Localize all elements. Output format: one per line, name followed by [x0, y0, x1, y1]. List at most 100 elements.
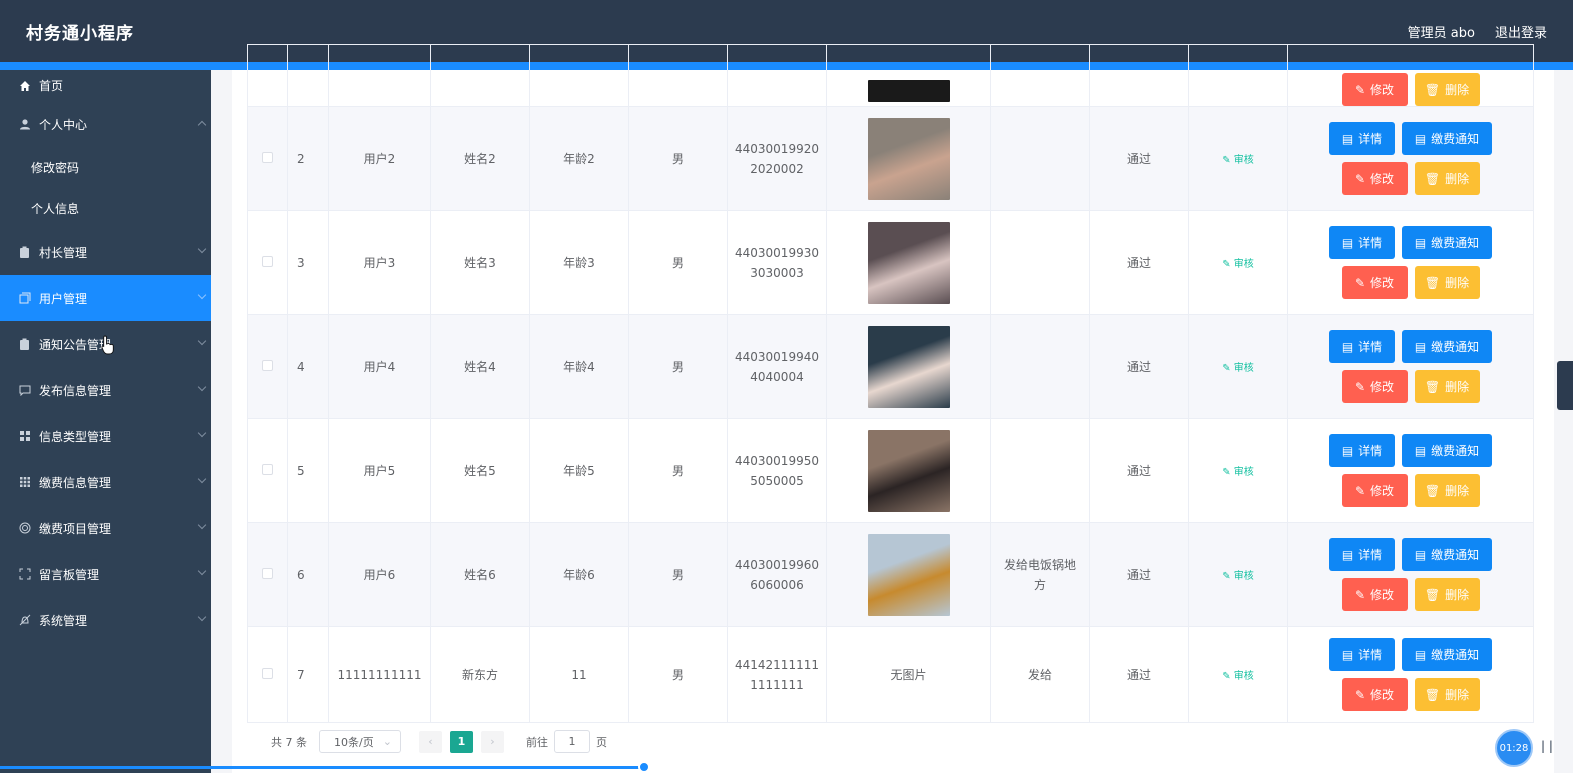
payment-notice-button[interactable]: ▤ 缴费通知 — [1402, 638, 1492, 671]
edit-button[interactable]: ✎ 修改 — [1341, 266, 1408, 299]
sidebar-item-publish-info[interactable]: 发布信息管理 — [0, 367, 211, 413]
page-number-current[interactable]: 1 — [450, 730, 473, 753]
row-checkbox[interactable] — [262, 359, 273, 371]
delete-button[interactable]: 🗑 删除 — [1414, 474, 1480, 507]
sidebar: 首页 个人中心 修改密码 个人信息 村长管理 用户管理 通知公告管理 发布信息管… — [0, 70, 211, 773]
idcard-cell: 44142111111 1111111 — [735, 657, 819, 692]
payment-notice-button[interactable]: ▤ 缴费通知 — [1402, 434, 1492, 467]
row-checkbox[interactable] — [262, 463, 273, 475]
row-checkbox[interactable] — [262, 151, 273, 163]
goto-page-input[interactable]: 1 — [554, 730, 590, 753]
review-link[interactable]: ✎ 审核 — [1222, 363, 1254, 374]
video-progress-bar[interactable] — [0, 766, 645, 769]
row-checkbox[interactable] — [262, 567, 273, 579]
sidebar-item-payment-info[interactable]: 缴费信息管理 — [0, 459, 211, 505]
delete-button[interactable]: 🗑 删除 — [1414, 266, 1480, 299]
review-link[interactable]: ✎ 审核 — [1222, 155, 1254, 166]
delete-button[interactable]: 🗑 删除 — [1414, 678, 1480, 711]
gender-cell: 男 — [628, 210, 728, 315]
pause-icon[interactable]: | | — [1541, 739, 1553, 753]
username-cell: 用户6 — [328, 522, 431, 627]
age-cell: 年龄4 — [529, 314, 629, 419]
review-link[interactable]: ✎ 审核 — [1222, 571, 1254, 582]
detail-button[interactable]: ▤ 详情 — [1329, 122, 1395, 155]
row-checkbox[interactable] — [262, 667, 273, 679]
row-checkbox[interactable] — [262, 255, 273, 267]
edit-icon: ✎ — [1354, 171, 1366, 186]
status-cell: 通过 — [1089, 418, 1189, 523]
sidebar-item-user-management[interactable]: 用户管理 — [0, 275, 211, 321]
payment-notice-button[interactable]: ▤ 缴费通知 — [1402, 330, 1492, 363]
video-progress-knob[interactable] — [638, 761, 650, 773]
edit-button[interactable]: ✎ 修改 — [1341, 474, 1408, 507]
username-cell: 用户5 — [328, 418, 431, 523]
grid9-icon — [18, 476, 31, 489]
edit-button[interactable]: ✎ 修改 — [1341, 162, 1408, 195]
chevron-up-icon — [197, 120, 207, 130]
sidebar-subitem-change-password[interactable]: 修改密码 — [0, 147, 211, 188]
sidebar-item-village-head[interactable]: 村长管理 — [0, 229, 211, 275]
video-timer[interactable]: 01:28 — [1495, 729, 1533, 767]
detail-button[interactable]: ▤ 详情 — [1329, 330, 1395, 363]
edit-button[interactable]: ✎ 修改 — [1341, 370, 1408, 403]
logout-link[interactable]: 退出登录 — [1495, 22, 1547, 41]
sidebar-item-system[interactable]: 系统管理 — [0, 597, 211, 643]
sidebar-item-message-board[interactable]: 留言板管理 — [0, 551, 211, 597]
edit-icon: ✎ — [1222, 363, 1234, 374]
trash-icon: 🗑 — [1424, 483, 1441, 498]
prev-page-button[interactable]: ‹ — [419, 730, 442, 753]
document-icon: ▤ — [1414, 131, 1427, 146]
user-table-panel: ✎ 修改 🗑 删除 2 用户2 姓名2 年龄2 男 44030019920 20200… — [232, 44, 1554, 773]
document-icon: ▤ — [1341, 647, 1354, 662]
idcard-cell: 44030019930 3030003 — [735, 245, 819, 280]
trash-icon: 🗑 — [1424, 82, 1441, 97]
name-cell: 姓名4 — [430, 314, 530, 419]
username-cell: 用户4 — [328, 314, 431, 419]
edit-button[interactable]: ✎ 修改 — [1341, 73, 1408, 106]
review-link[interactable]: ✎ 审核 — [1222, 467, 1254, 478]
edit-icon: ✎ — [1354, 587, 1366, 602]
row-index: 5 — [287, 418, 329, 523]
sidebar-subitem-personal-info[interactable]: 个人信息 — [0, 188, 211, 229]
name-cell: 姓名6 — [430, 522, 530, 627]
side-panel-toggle[interactable] — [1557, 361, 1573, 410]
status-cell: 通过 — [1089, 626, 1189, 723]
sidebar-item-info-type[interactable]: 信息类型管理 — [0, 413, 211, 459]
admin-user-label[interactable]: 管理员 abo — [1408, 22, 1475, 41]
gender-cell: 男 — [628, 626, 728, 723]
detail-button[interactable]: ▤ 详情 — [1329, 538, 1395, 571]
document-icon: ▤ — [1341, 443, 1354, 458]
review-link[interactable]: ✎ 审核 — [1222, 259, 1254, 270]
delete-button[interactable]: 🗑 删除 — [1414, 370, 1480, 403]
edit-button[interactable]: ✎ 修改 — [1341, 678, 1408, 711]
document-icon: ▤ — [1341, 235, 1354, 250]
row-index: 3 — [287, 210, 329, 315]
delete-button[interactable]: 🗑 删除 — [1414, 162, 1480, 195]
next-page-button[interactable]: › — [481, 730, 504, 753]
payment-notice-button[interactable]: ▤ 缴费通知 — [1402, 538, 1492, 571]
edit-button[interactable]: ✎ 修改 — [1341, 578, 1408, 611]
app-title: 村务通小程序 — [26, 23, 134, 44]
grid-icon — [18, 430, 31, 443]
detail-button[interactable]: ▤ 详情 — [1329, 434, 1395, 467]
sidebar-item-personal-center[interactable]: 个人中心 — [0, 101, 211, 147]
payment-notice-button[interactable]: ▤ 缴费通知 — [1402, 122, 1492, 155]
payment-notice-button[interactable]: ▤ 缴费通知 — [1402, 226, 1492, 259]
review-link[interactable]: ✎ 审核 — [1222, 671, 1254, 682]
no-photo-text: 无图片 — [890, 668, 927, 682]
idcard-cell: 44030019940 4040004 — [735, 349, 819, 384]
detail-button[interactable]: ▤ 详情 — [1329, 226, 1395, 259]
page-size-select[interactable]: 10条/页 ⌄ — [319, 730, 401, 753]
status-cell: 通过 — [1089, 314, 1189, 419]
detail-button[interactable]: ▤ 详情 — [1329, 638, 1395, 671]
sidebar-item-home[interactable]: 首页 — [0, 70, 211, 101]
trash-icon: 🗑 — [1424, 379, 1441, 394]
delete-button[interactable]: 🗑 删除 — [1414, 578, 1480, 611]
row-index: 2 — [287, 106, 329, 211]
table-row: ✎ 修改 🗑 删除 — [247, 44, 1534, 107]
chat-icon — [18, 384, 31, 397]
address-text: 方 — [1033, 577, 1046, 592]
sidebar-item-payment-project[interactable]: 缴费项目管理 — [0, 505, 211, 551]
delete-button[interactable]: 🗑 删除 — [1414, 73, 1480, 106]
edit-icon: ✎ — [1354, 275, 1366, 290]
